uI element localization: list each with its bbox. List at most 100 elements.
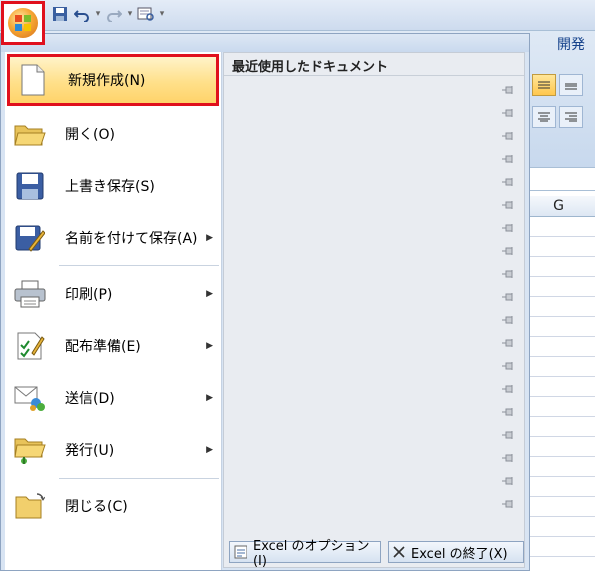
- pin-icon[interactable]: [502, 223, 514, 233]
- pin-icon[interactable]: [502, 476, 514, 486]
- menu-item-label: 印刷(P): [65, 287, 113, 303]
- menu-item-save[interactable]: 上書き保存(S): [7, 162, 219, 210]
- grid-row-line: [520, 316, 595, 317]
- menu-item-save-as[interactable]: 名前を付けて保存(A) ▶: [7, 214, 219, 262]
- pin-icon[interactable]: [502, 453, 514, 463]
- grid-row-line: [520, 336, 595, 337]
- pin-icon[interactable]: [502, 407, 514, 417]
- pin-icon[interactable]: [502, 292, 514, 302]
- pin-icon[interactable]: [502, 108, 514, 118]
- menu-item-label: 送信(D): [65, 391, 115, 407]
- menu-item-new[interactable]: 新規作成(N): [7, 54, 219, 106]
- grid-row-line: [520, 296, 595, 297]
- menu-item-label: 開く(O): [65, 127, 115, 143]
- align-center-button[interactable]: [532, 106, 556, 128]
- grid-row-line: [520, 396, 595, 397]
- grid-row-line: [520, 456, 595, 457]
- undo-dropdown-icon[interactable]: ▾: [94, 9, 102, 19]
- open-folder-icon: [13, 117, 47, 151]
- menu-item-print[interactable]: 印刷(P) ▶: [7, 270, 219, 318]
- pin-icon[interactable]: [502, 246, 514, 256]
- excel-options-button[interactable]: Excel のオプション(I): [229, 539, 381, 569]
- menu-item-label: 新規作成(N): [68, 73, 146, 89]
- menu-item-label: 名前を付けて保存(A): [65, 231, 198, 247]
- menu-item-close[interactable]: 閉じる(C): [7, 482, 219, 530]
- grid-row-line: [520, 536, 595, 537]
- title-bar: ▾ ▾ ▾: [0, 0, 595, 31]
- column-header-g[interactable]: G: [520, 196, 595, 217]
- grid-row-line: [520, 236, 595, 237]
- recent-documents-pane: 最近使用したドキュメント: [223, 52, 525, 568]
- office-logo-icon: [8, 8, 38, 38]
- submenu-arrow-icon: ▶: [206, 289, 213, 299]
- grid-row-line: [520, 356, 595, 357]
- pin-icon[interactable]: [502, 269, 514, 279]
- publish-icon: [13, 433, 47, 467]
- save-icon[interactable]: [50, 4, 70, 24]
- excel-options-label: Excel のオプション(I): [252, 539, 370, 569]
- menu-item-label: 配布準備(E): [65, 339, 141, 355]
- pin-icon[interactable]: [502, 384, 514, 394]
- close-icon: [393, 546, 405, 558]
- tab-developer[interactable]: 開発: [557, 34, 585, 54]
- align-bottom-button[interactable]: [559, 74, 583, 96]
- redo-icon[interactable]: [104, 4, 124, 24]
- pin-icon[interactable]: [502, 315, 514, 325]
- pin-icon[interactable]: [502, 154, 514, 164]
- grid-row-line: [520, 496, 595, 497]
- grid-row-line: [520, 416, 595, 417]
- grid-row-line: [520, 376, 595, 377]
- submenu-arrow-icon: ▶: [206, 341, 213, 351]
- grid-row-line: [520, 516, 595, 517]
- submenu-arrow-icon: ▶: [206, 233, 213, 243]
- align-middle-button[interactable]: [532, 74, 556, 96]
- send-icon: [13, 381, 47, 415]
- formula-bar[interactable]: [520, 167, 595, 191]
- menu-item-prepare[interactable]: 配布準備(E) ▶: [7, 322, 219, 370]
- menu-commands-pane: 新規作成(N) 開く(O) 上書き保存(S) 名前を付けて保存(A) ▶ 印刷(…: [5, 52, 222, 570]
- options-icon: [234, 545, 247, 559]
- printer-icon: [13, 277, 47, 311]
- menu-item-label: 発行(U): [65, 443, 115, 459]
- excel-exit-label: Excel の終了(X): [411, 546, 508, 562]
- pin-icon[interactable]: [502, 499, 514, 509]
- submenu-arrow-icon: ▶: [206, 393, 213, 403]
- grid-row-line: [520, 556, 595, 557]
- menu-divider: [59, 265, 219, 266]
- quick-access-toolbar: ▾ ▾ ▾: [50, 3, 166, 25]
- pin-icon[interactable]: [502, 430, 514, 440]
- menu-divider: [59, 478, 219, 479]
- menu-item-publish[interactable]: 発行(U) ▶: [7, 426, 219, 474]
- menu-item-send[interactable]: 送信(D) ▶: [7, 374, 219, 422]
- grid-row-line: [520, 436, 595, 437]
- print-preview-icon[interactable]: [136, 4, 156, 24]
- office-button[interactable]: [1, 1, 45, 45]
- menu-item-label: 上書き保存(S): [65, 179, 155, 195]
- redo-dropdown-icon[interactable]: ▾: [126, 9, 134, 19]
- office-menu: 新規作成(N) 開く(O) 上書き保存(S) 名前を付けて保存(A) ▶ 印刷(…: [0, 33, 530, 571]
- new-document-icon: [16, 63, 50, 97]
- pin-icon[interactable]: [502, 131, 514, 141]
- save-as-icon: [13, 221, 47, 255]
- pin-icon[interactable]: [502, 85, 514, 95]
- pin-icon[interactable]: [502, 338, 514, 348]
- pin-icon[interactable]: [502, 177, 514, 187]
- align-right-button[interactable]: [559, 106, 583, 128]
- grid-row-line: [520, 476, 595, 477]
- close-folder-icon: [13, 489, 47, 523]
- excel-exit-button[interactable]: Excel の終了(X): [388, 541, 524, 563]
- grid-row-line: [520, 276, 595, 277]
- worksheet-grid[interactable]: [520, 172, 595, 571]
- undo-icon[interactable]: [72, 4, 92, 24]
- qat-customize-icon[interactable]: ▾: [158, 9, 166, 19]
- pin-icon[interactable]: [502, 200, 514, 210]
- grid-row-line: [520, 256, 595, 257]
- submenu-arrow-icon: ▶: [206, 445, 213, 455]
- recent-documents-title: 最近使用したドキュメント: [232, 60, 389, 75]
- pin-icon[interactable]: [502, 361, 514, 371]
- save-disk-icon: [13, 169, 47, 203]
- menu-header: [1, 34, 529, 52]
- recent-divider: [224, 75, 524, 76]
- prepare-icon: [13, 329, 47, 363]
- menu-item-open[interactable]: 開く(O): [7, 110, 219, 158]
